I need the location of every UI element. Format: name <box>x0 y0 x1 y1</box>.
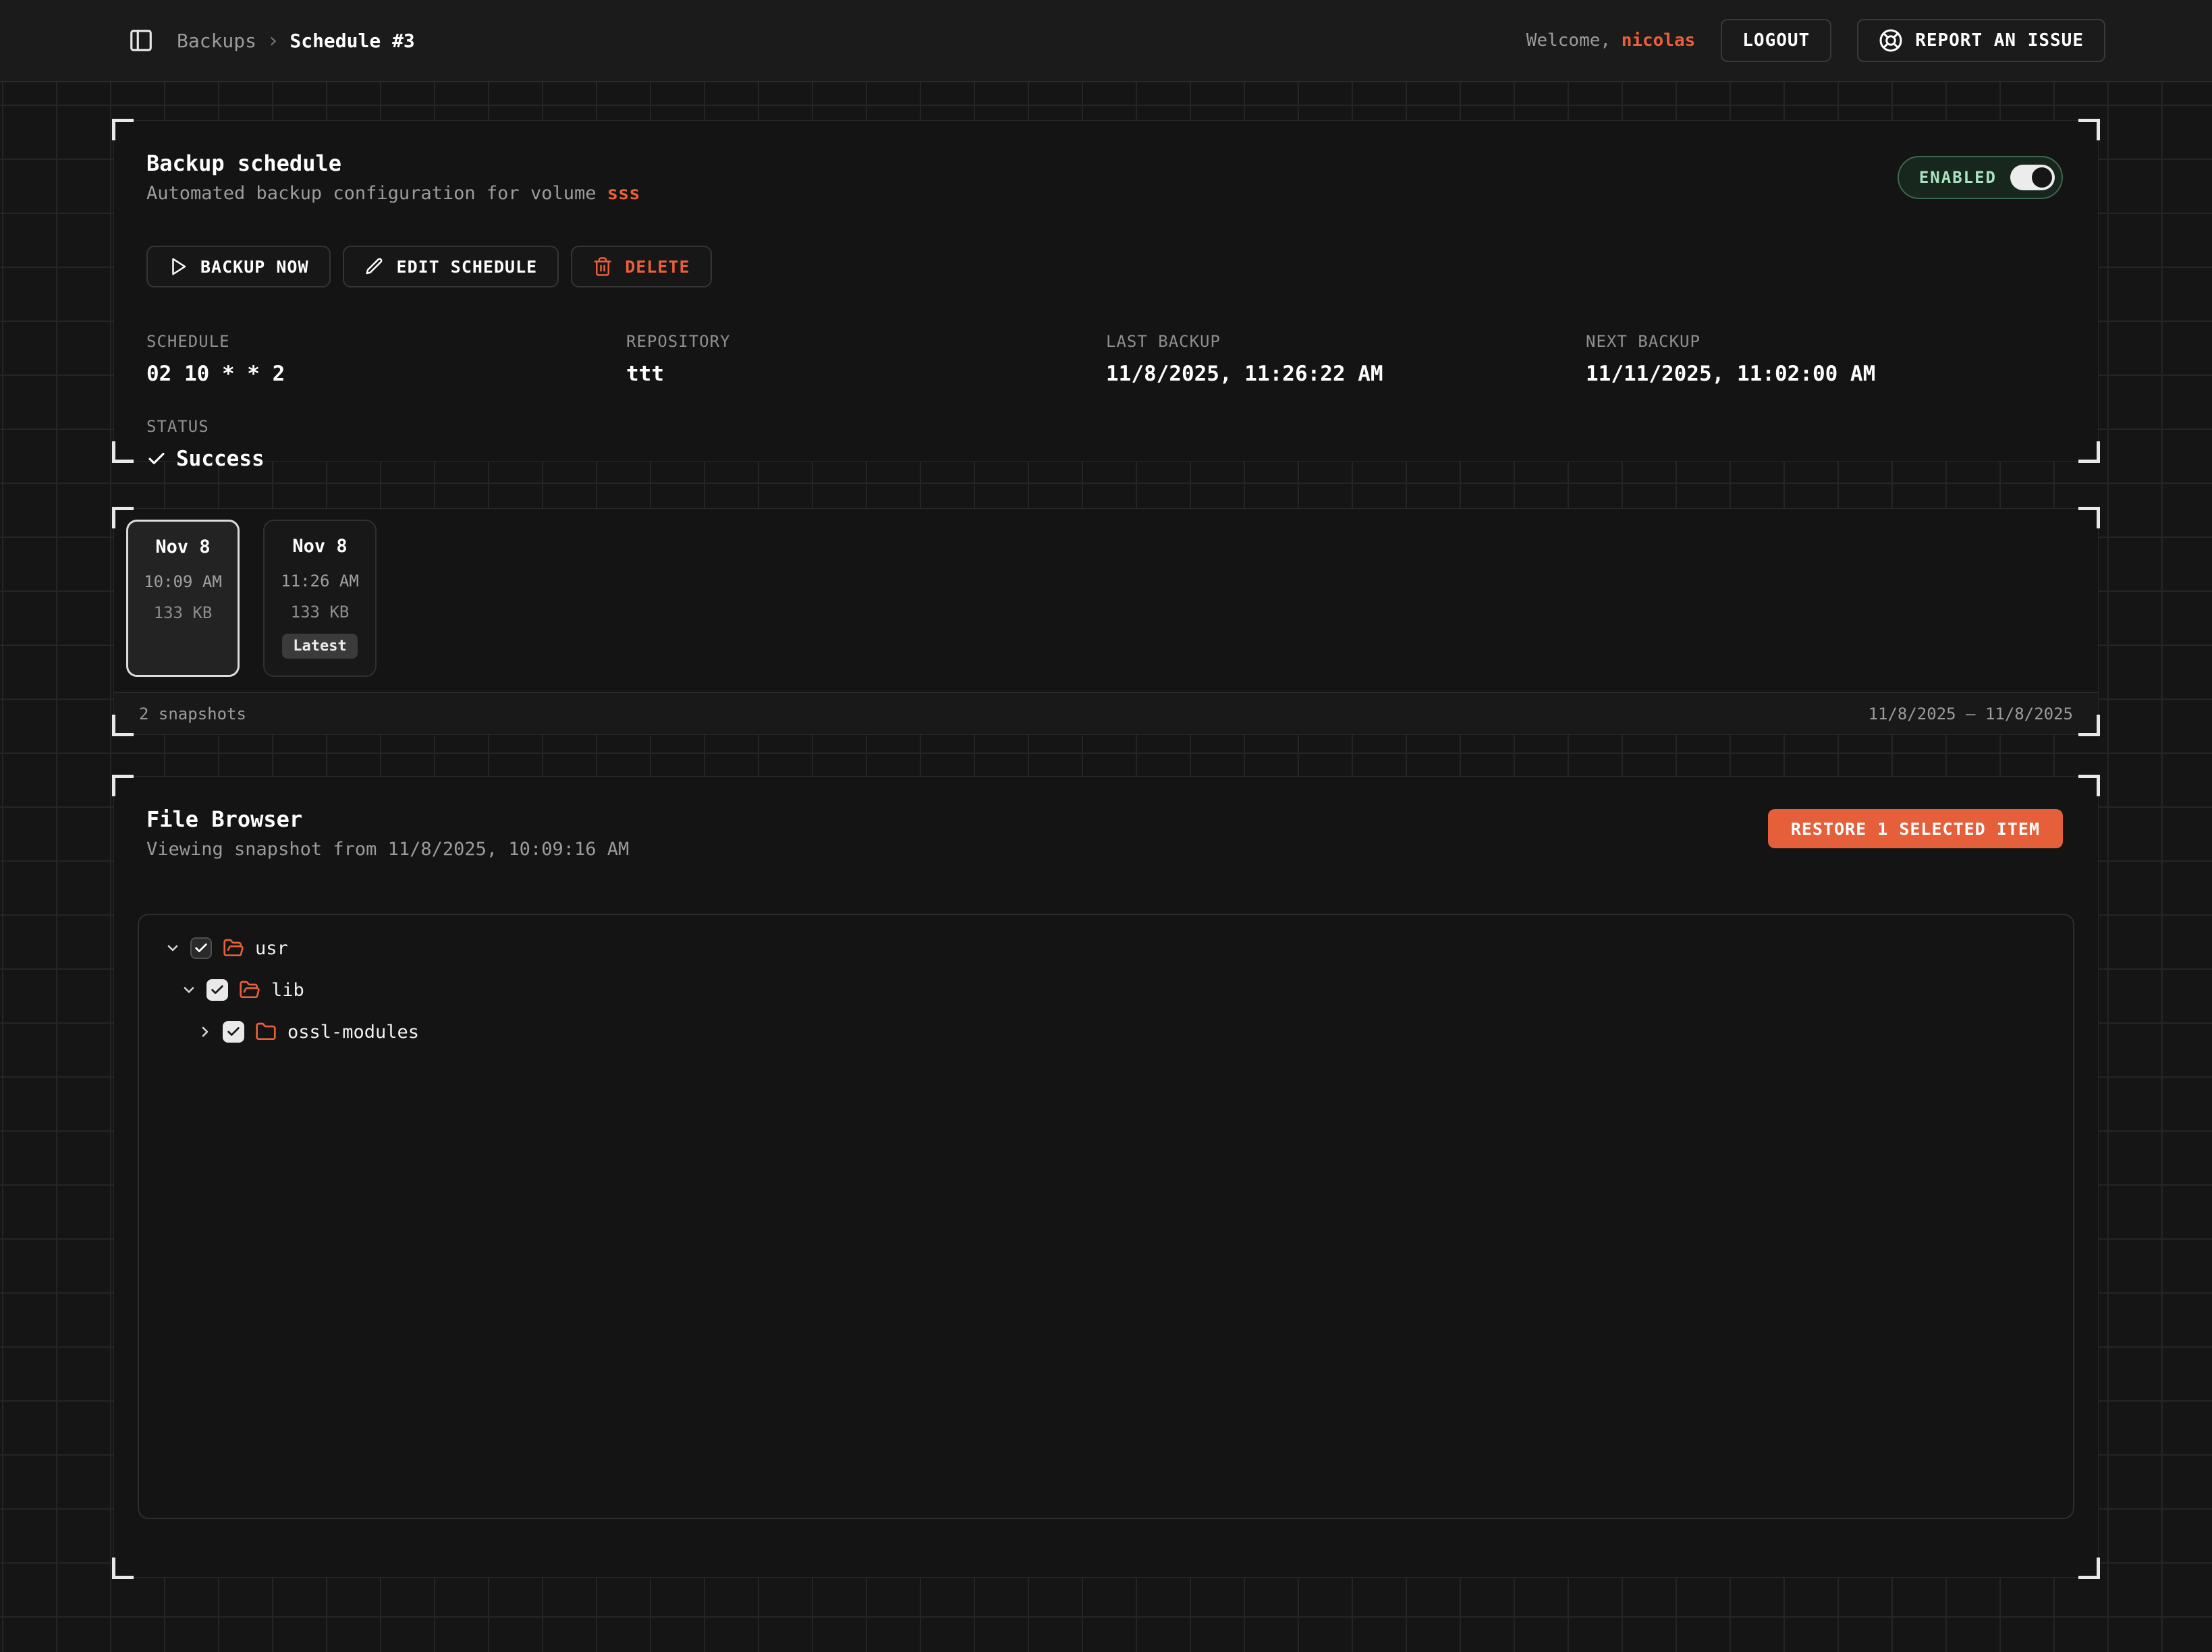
restore-button[interactable]: RESTORE 1 SELECTED ITEM <box>1768 809 2063 848</box>
breadcrumb-parent[interactable]: Backups <box>177 30 256 52</box>
corner-bracket <box>2078 119 2100 140</box>
snapshot-time: 11:26 AM <box>281 572 359 590</box>
field-status: STATUS Success <box>146 417 626 471</box>
tree-label[interactable]: lib <box>271 980 304 1001</box>
tree-label[interactable]: ossl-modules <box>287 1022 419 1043</box>
username: nicolas <box>1622 30 1696 51</box>
breadcrumb: Backups › Schedule #3 <box>177 29 415 53</box>
pencil-icon <box>364 256 385 277</box>
lifebuoy-icon <box>1879 28 1903 53</box>
field-next-backup: NEXT BACKUP 11/11/2025, 11:02:00 AM <box>1586 332 2066 386</box>
breadcrumb-separator-icon: › <box>267 29 279 53</box>
field-label: NEXT BACKUP <box>1586 332 2066 351</box>
folder-open-icon <box>239 979 260 1001</box>
corner-bracket <box>112 441 134 463</box>
field-label: REPOSITORY <box>626 332 1106 351</box>
folder-open-icon <box>223 937 244 959</box>
tree-label[interactable]: usr <box>255 938 288 959</box>
edit-schedule-button[interactable]: EDIT SCHEDULE <box>343 246 559 287</box>
corner-bracket <box>112 119 134 140</box>
snapshot-time: 10:09 AM <box>144 572 222 591</box>
chevron-down-icon[interactable] <box>165 940 181 956</box>
corner-bracket <box>2078 1558 2100 1579</box>
welcome-text: Welcome, nicolas <box>1526 30 1695 51</box>
file-browser-card: File Browser Viewing snapshot from 11/8/… <box>113 776 2099 1578</box>
field-repository: REPOSITORY ttt <box>626 332 1106 386</box>
tree-row-ossl-modules[interactable]: ossl-modules <box>197 1011 2073 1053</box>
tree-row-usr[interactable]: usr <box>165 927 2073 969</box>
field-value: 11/11/2025, 11:02:00 AM <box>1586 362 2066 386</box>
toggle-switch[interactable] <box>2010 165 2055 190</box>
file-tree: usr lib ossl-modules <box>138 914 2074 1519</box>
corner-bracket <box>112 1558 134 1579</box>
field-value: 02 10 * * 2 <box>146 362 626 386</box>
play-icon <box>168 256 188 277</box>
snapshot-tile-selected[interactable]: Nov 8 10:09 AM 133 KB <box>126 520 240 677</box>
schedule-card-subtitle: Automated backup configuration for volum… <box>146 183 2066 204</box>
corner-bracket <box>2078 775 2100 796</box>
snapshot-date: Nov 8 <box>292 536 347 557</box>
chevron-right-icon[interactable] <box>197 1024 213 1040</box>
sidebar-toggle-icon[interactable] <box>128 28 154 53</box>
tree-row-lib[interactable]: lib <box>181 969 2073 1011</box>
snapshot-size: 133 KB <box>154 603 213 622</box>
volume-name: sss <box>607 183 640 204</box>
field-label: STATUS <box>146 417 626 436</box>
schedule-card-title: Backup schedule <box>146 150 2066 176</box>
snapshot-size: 133 KB <box>291 603 350 622</box>
enabled-toggle-label: ENABLED <box>1919 168 1997 187</box>
report-issue-button[interactable]: REPORT AN ISSUE <box>1857 19 2105 62</box>
snapshot-count: 2 snapshots <box>139 705 246 723</box>
checkbox-lib[interactable] <box>206 979 228 1001</box>
delete-button[interactable]: DELETE <box>571 246 711 287</box>
checkbox-usr[interactable] <box>190 937 212 959</box>
field-schedule: SCHEDULE 02 10 * * 2 <box>146 332 626 386</box>
field-value: 11/8/2025, 11:26:22 AM <box>1106 362 1586 386</box>
field-value: ttt <box>626 362 1106 386</box>
checkbox-ossl-modules[interactable] <box>223 1021 244 1043</box>
field-label: LAST BACKUP <box>1106 332 1586 351</box>
corner-bracket <box>2078 441 2100 463</box>
field-last-backup: LAST BACKUP 11/8/2025, 11:26:22 AM <box>1106 332 1586 386</box>
trash-icon <box>592 256 613 277</box>
snapshot-tile[interactable]: Nov 8 11:26 AM 133 KB Latest <box>263 520 377 677</box>
chevron-down-icon[interactable] <box>181 982 197 998</box>
folder-closed-icon <box>255 1021 277 1043</box>
field-label: SCHEDULE <box>146 332 626 351</box>
snapshots-card: Nov 8 10:09 AM 133 KB Nov 8 11:26 AM 133… <box>113 508 2099 735</box>
snapshot-date: Nov 8 <box>155 536 210 557</box>
snapshots-footer: 2 snapshots 11/8/2025 – 11/8/2025 <box>114 692 2098 734</box>
main-content: Backup schedule Automated backup configu… <box>0 120 2212 1578</box>
latest-badge: Latest <box>282 634 357 659</box>
toggle-knob <box>2032 167 2052 188</box>
status-text: Success <box>176 447 265 471</box>
backup-schedule-card: Backup schedule Automated backup configu… <box>113 120 2099 462</box>
app-header: Backups › Schedule #3 Welcome, nicolas L… <box>0 0 2212 82</box>
breadcrumb-current: Schedule #3 <box>289 30 414 52</box>
snapshot-date-range: 11/8/2025 – 11/8/2025 <box>1869 705 2073 723</box>
check-icon <box>146 449 167 469</box>
backup-now-button[interactable]: BACKUP NOW <box>146 246 331 287</box>
logout-button[interactable]: LOGOUT <box>1721 19 1831 62</box>
enabled-toggle[interactable]: ENABLED <box>1898 156 2063 199</box>
corner-bracket <box>112 775 134 796</box>
